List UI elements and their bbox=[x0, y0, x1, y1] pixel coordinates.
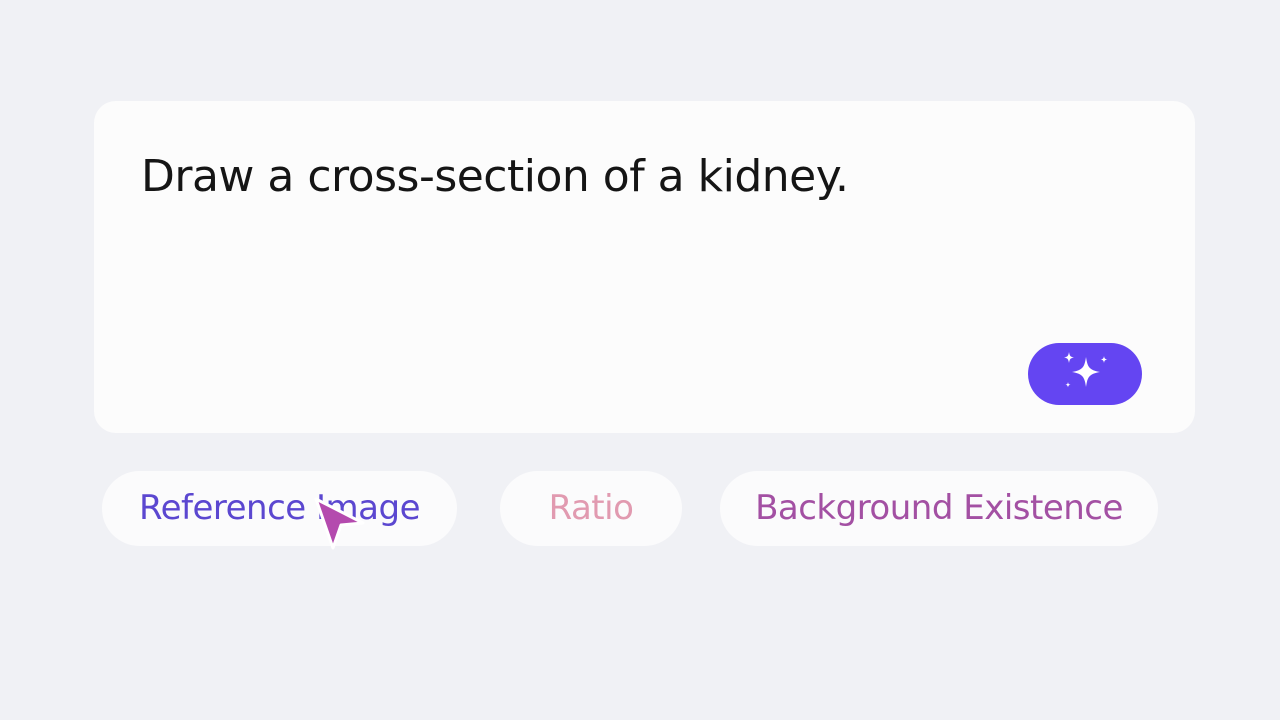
ratio-chip[interactable]: Ratio bbox=[500, 471, 682, 546]
prompt-card[interactable]: Draw a cross-section of a kidney. bbox=[94, 101, 1195, 433]
reference-image-chip[interactable]: Reference Image bbox=[102, 471, 457, 546]
sparkle-icon bbox=[1064, 352, 1108, 388]
generate-button[interactable] bbox=[1028, 343, 1142, 405]
prompt-text[interactable]: Draw a cross-section of a kidney. bbox=[141, 147, 849, 207]
background-existence-chip[interactable]: Background Existence bbox=[720, 471, 1158, 546]
